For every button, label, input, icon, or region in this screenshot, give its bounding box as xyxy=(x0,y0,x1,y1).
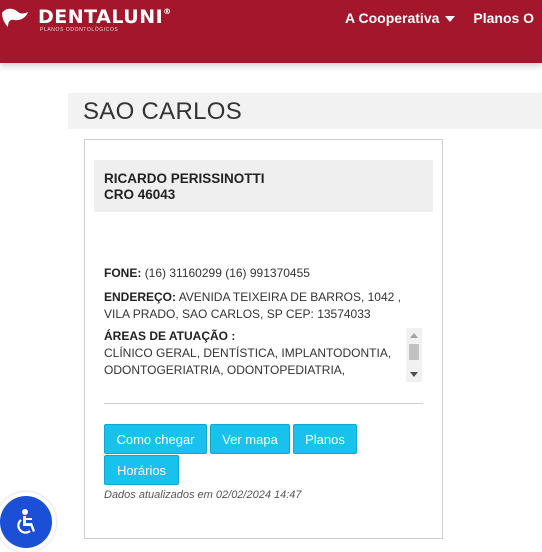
areas-value: CLÍNICO GERAL, DENTÍSTICA, IMPLANTODONTI… xyxy=(104,346,392,377)
areas-scrollbar[interactable] xyxy=(406,328,422,382)
planos-button[interactable]: Planos xyxy=(293,424,357,454)
city-title-bar: SAO CARLOS xyxy=(68,93,542,129)
como-chegar-button[interactable]: Como chegar xyxy=(104,424,207,454)
page-title: SAO CARLOS xyxy=(83,98,243,125)
areas-scroll-box[interactable]: ÁREAS DE ATUAÇÃO : CLÍNICO GERAL, DENTÍS… xyxy=(104,328,422,382)
address-label: ENDEREÇO: xyxy=(104,290,177,304)
dentist-name: RICARDO PERISSINOTTI xyxy=(104,171,265,186)
chevron-down-icon xyxy=(445,16,456,22)
accessibility-icon-container xyxy=(0,496,52,548)
scrollbar-thumb[interactable] xyxy=(409,344,419,360)
phone-info: FONE: (16) 31160299 (16) 991370455 xyxy=(104,265,424,282)
tooth-logo-icon xyxy=(2,8,28,27)
site-header: DENTALUNI® PLANOS ODONTOLÓGICOS A Cooper… xyxy=(0,0,542,63)
horarios-button[interactable]: Horários xyxy=(104,455,179,485)
nav-item-label: A Cooperativa xyxy=(345,10,440,26)
areas-content: ÁREAS DE ATUAÇÃO : CLÍNICO GERAL, DENTÍS… xyxy=(104,328,404,379)
nav-item-label: Planos O xyxy=(473,10,535,26)
divider xyxy=(104,403,423,404)
dentist-card: RICARDO PERISSINOTTI CRO 46043 FONE: (16… xyxy=(84,139,443,539)
nav-item-a-cooperativa[interactable]: A Cooperativa xyxy=(345,10,456,26)
main-nav: A Cooperativa Planos O xyxy=(345,10,534,26)
scroll-up-arrow-icon[interactable] xyxy=(410,333,418,338)
address-info: ENDEREÇO: AVENIDA TEIXEIRA DE BARROS, 10… xyxy=(104,289,424,323)
dentist-cro: CRO 46043 xyxy=(104,187,176,202)
scroll-down-arrow-icon[interactable] xyxy=(410,372,418,377)
ver-mapa-button[interactable]: Ver mapa xyxy=(210,424,290,454)
accessibility-widget[interactable] xyxy=(0,492,56,552)
dentaluni-logo[interactable]: DENTALUNI® PLANOS ODONTOLÓGICOS xyxy=(0,4,171,34)
dentist-card-header: RICARDO PERISSINOTTI CRO 46043 xyxy=(94,160,433,212)
logo-tagline: PLANOS ODONTOLÓGICOS xyxy=(40,27,119,33)
phone-value: (16) 31160299 (16) 991370455 xyxy=(144,266,310,280)
phone-label: FONE: xyxy=(104,266,142,280)
areas-label: ÁREAS DE ATUAÇÃO : xyxy=(104,329,236,343)
nav-item-planos[interactable]: Planos O xyxy=(473,10,534,26)
last-updated-note: Dados atualizados em 02/02/2024 14:47 xyxy=(104,489,302,501)
logo-wordmark: DENTALUNI® xyxy=(38,6,172,28)
